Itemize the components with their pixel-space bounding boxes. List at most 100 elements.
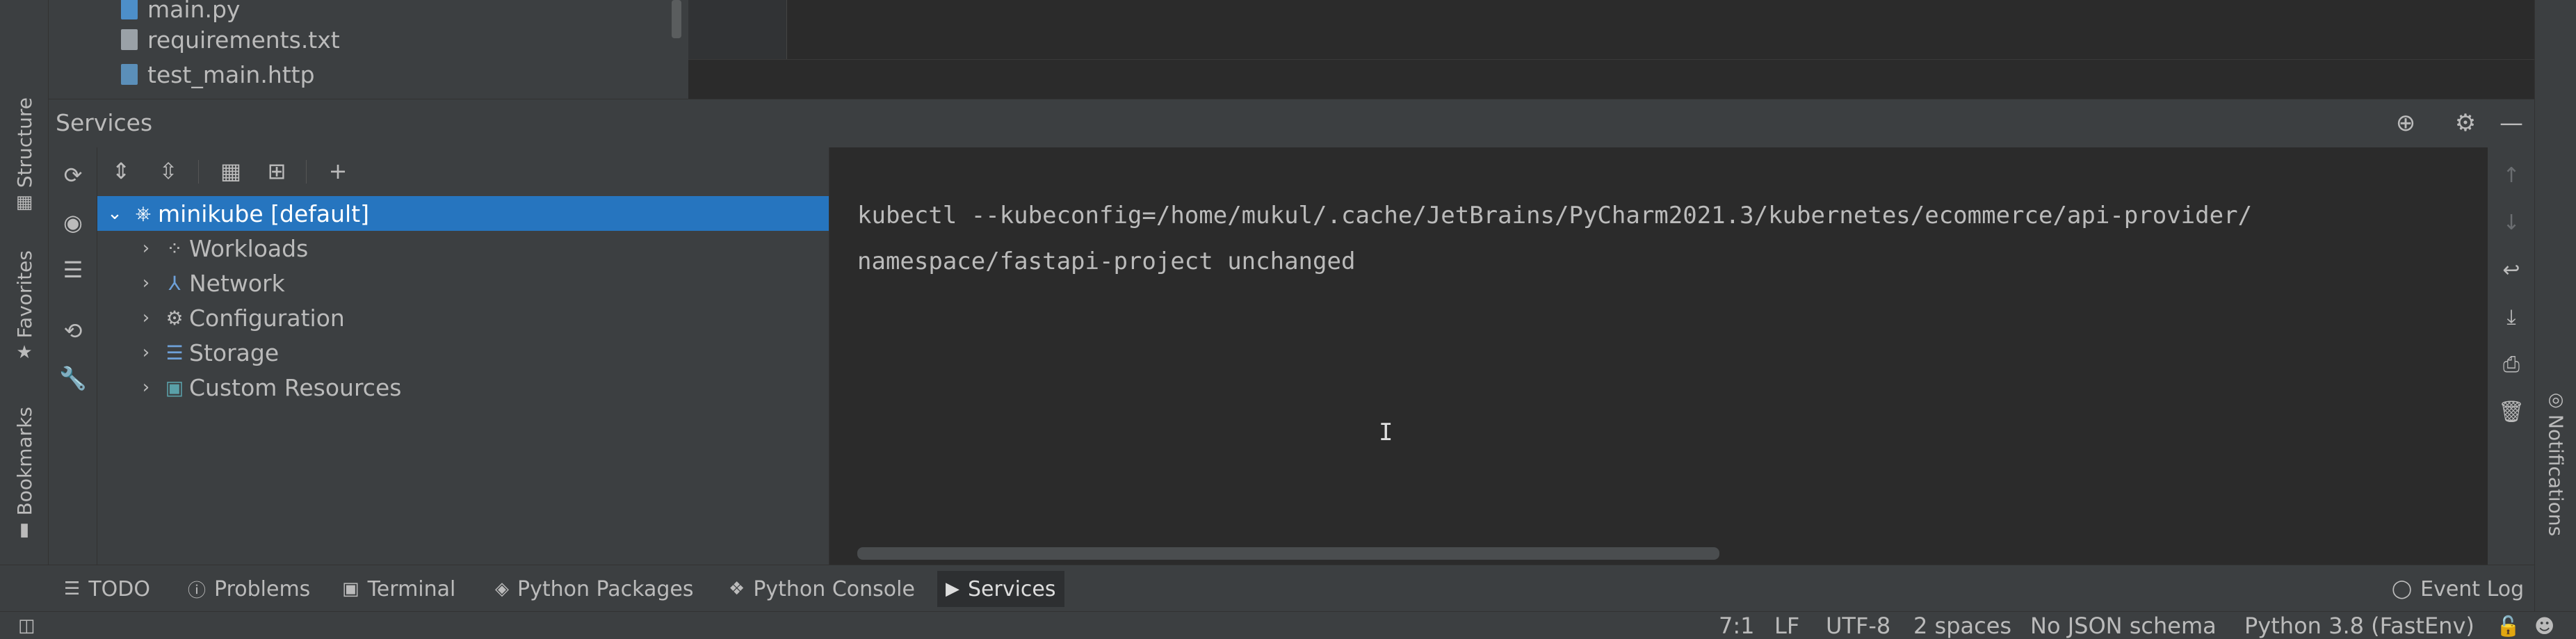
new-tab-icon[interactable]: ⊞ — [260, 154, 293, 188]
console-line: namespace/fastapi-project unchanged — [857, 248, 1356, 275]
line-separator[interactable]: LF — [1774, 613, 1799, 639]
structure-icon: ▦ — [15, 192, 33, 213]
kubernetes-icon: ⎈ — [135, 202, 152, 225]
target-icon[interactable]: ◉ — [56, 206, 90, 239]
tab-python-packages[interactable]: ◈ Python Packages — [487, 571, 702, 607]
tree-node-storage[interactable]: › ☰ Storage — [97, 335, 829, 370]
toolbar-divider — [198, 160, 199, 184]
minimize-icon[interactable]: — — [2495, 106, 2528, 140]
tree-node-workloads[interactable]: › ⁘ Workloads — [97, 231, 829, 266]
services-icon: ▶ — [946, 579, 959, 599]
expand-all-icon[interactable]: ⇕ — [104, 154, 138, 188]
tab-label: Python Console — [753, 576, 915, 601]
event-log-icon: ◯ — [2392, 579, 2413, 599]
left-tool-strip: Structure ▦ Favorites ★ Bookmarks ▮ — [0, 0, 49, 611]
packages-icon: ◈ — [495, 579, 509, 599]
tab-todo[interactable]: ☰ TODO — [56, 571, 159, 607]
notifications-tab[interactable]: ◎ Notifications — [2541, 389, 2571, 536]
chevron-down-icon[interactable]: ⌄ — [101, 203, 129, 224]
workloads-icon: ⁘ — [166, 236, 183, 260]
file-item-requirements[interactable]: requirements.txt — [121, 22, 340, 57]
custom-resources-icon: ▣ — [165, 375, 184, 399]
crosshair-icon[interactable]: ⊕ — [2389, 106, 2422, 140]
structure-tab-label: Structure — [13, 97, 36, 188]
soft-wrap-icon[interactable]: ↩ — [2495, 253, 2528, 286]
print-icon[interactable]: ⎙ — [2495, 348, 2528, 381]
kubernetes-refresh-icon[interactable]: ⟲ — [56, 314, 90, 348]
bookmarks-tab[interactable]: Bookmarks ▮ — [6, 407, 43, 540]
json-schema[interactable]: No JSON schema — [2030, 613, 2217, 639]
bookmarks-tab-label: Bookmarks — [13, 407, 36, 516]
tree-node-minikube[interactable]: ⌄ ⎈ minikube [default] — [97, 196, 829, 231]
tab-problems[interactable]: ⓘ Problems — [179, 571, 318, 607]
trash-icon[interactable]: 🗑 — [2495, 395, 2528, 428]
tool-window-bar: ☰ TODO ⓘ Problems ▣ Terminal ◈ Python Pa… — [0, 565, 2534, 611]
services-title: Services — [56, 109, 153, 136]
editor-area[interactable] — [688, 0, 2534, 99]
console-toolbar: ↑ ↓ ↩ ⤓ ⎙ 🗑 — [2488, 147, 2534, 565]
tab-label: Services — [968, 576, 1056, 601]
services-tree-toolbar: ⇕ ⇳ ▦ ⊞ + — [97, 147, 829, 196]
collapse-all-icon[interactable]: ⇳ — [152, 154, 185, 188]
structure-tab[interactable]: Structure ▦ — [6, 97, 43, 213]
status-bar: ◫ 7:1 LF UTF-8 2 spaces No JSON schema P… — [0, 611, 2576, 639]
tree-node-label: Configuration — [189, 304, 345, 332]
scroll-to-end-icon[interactable]: ⤓ — [2495, 300, 2528, 334]
project-tree-scrollbar[interactable] — [672, 0, 681, 38]
list-icon: ☰ — [64, 579, 81, 599]
favorites-tab[interactable]: Favorites ★ — [6, 250, 43, 363]
project-tree: main.py requirements.txt test_main.http — [49, 0, 688, 99]
notifications-label: Notifications — [2544, 414, 2568, 537]
toolbar-divider — [306, 160, 307, 184]
tab-label: Event Log — [2420, 576, 2525, 601]
editor-gutter — [688, 0, 787, 59]
tab-terminal[interactable]: ▣ Terminal — [334, 571, 464, 607]
chevron-right-icon[interactable]: › — [132, 273, 160, 293]
chevron-right-icon[interactable]: › — [132, 342, 160, 363]
tab-services[interactable]: ▶ Services — [937, 571, 1064, 607]
warning-icon: ⓘ — [188, 580, 206, 601]
tree-node-custom-resources[interactable]: › ▣ Custom Resources — [97, 370, 829, 405]
services-side-toolbar: ⟳ ◉ ☰ ⟲ 🔧 — [49, 147, 97, 565]
arrow-down-icon[interactable]: ↓ — [2495, 206, 2528, 239]
gear-icon[interactable]: ⚙ — [2449, 106, 2482, 140]
chevron-right-icon[interactable]: › — [132, 377, 160, 398]
user-icon[interactable]: ☻ — [2534, 613, 2554, 638]
file-encoding[interactable]: UTF-8 — [1826, 613, 1890, 639]
tree-node-network[interactable]: › ⅄ Network — [97, 266, 829, 300]
add-icon[interactable]: + — [321, 154, 355, 188]
tree-node-label: Custom Resources — [189, 373, 402, 401]
tab-label: Python Packages — [517, 576, 694, 601]
star-icon: ★ — [16, 342, 33, 364]
text-cursor-icon: I — [1379, 419, 1393, 446]
console-horizontal-scrollbar[interactable] — [857, 547, 1719, 560]
caret-position[interactable]: 7:1 — [1719, 613, 1755, 639]
tab-label: Terminal — [367, 576, 456, 601]
python-interpreter[interactable]: Python 3.8 (FastEnv) — [2244, 613, 2474, 639]
python-icon: ❖ — [729, 579, 745, 599]
indent-setting[interactable]: 2 spaces — [1913, 613, 2011, 639]
chevron-right-icon[interactable]: › — [132, 238, 160, 259]
wrench-icon[interactable]: 🔧 — [56, 362, 90, 395]
tab-python-console[interactable]: ❖ Python Console — [720, 571, 923, 607]
python-file-icon — [121, 0, 138, 19]
tree-node-label: minikube [default] — [158, 200, 370, 227]
lock-icon[interactable]: 🔓 — [2496, 613, 2520, 638]
bookmark-icon: ▮ — [19, 519, 30, 541]
group-by-icon[interactable]: ▦ — [214, 154, 248, 188]
refresh-icon[interactable]: ⟳ — [56, 159, 90, 192]
file-name: main.py — [147, 0, 241, 23]
event-log-tab[interactable]: ◯ Event Log — [2383, 571, 2532, 607]
tree-node-configuration[interactable]: › ⚙ Configuration — [97, 300, 829, 335]
panel-toggle-icon[interactable]: ◫ — [18, 613, 35, 638]
http-file-icon — [121, 64, 138, 85]
file-item-test-main-http[interactable]: test_main.http — [121, 57, 315, 92]
console-output[interactable]: kubectl --kubeconfig=/home/mukul/.cache/… — [829, 147, 2488, 565]
tree-node-label: Network — [189, 269, 285, 297]
chevron-right-icon[interactable]: › — [132, 307, 160, 328]
file-name: requirements.txt — [147, 26, 340, 54]
list-icon[interactable]: ☰ — [56, 253, 90, 286]
tab-label: Problems — [214, 576, 311, 601]
tab-label: TODO — [88, 576, 150, 601]
arrow-up-icon[interactable]: ↑ — [2495, 159, 2528, 192]
